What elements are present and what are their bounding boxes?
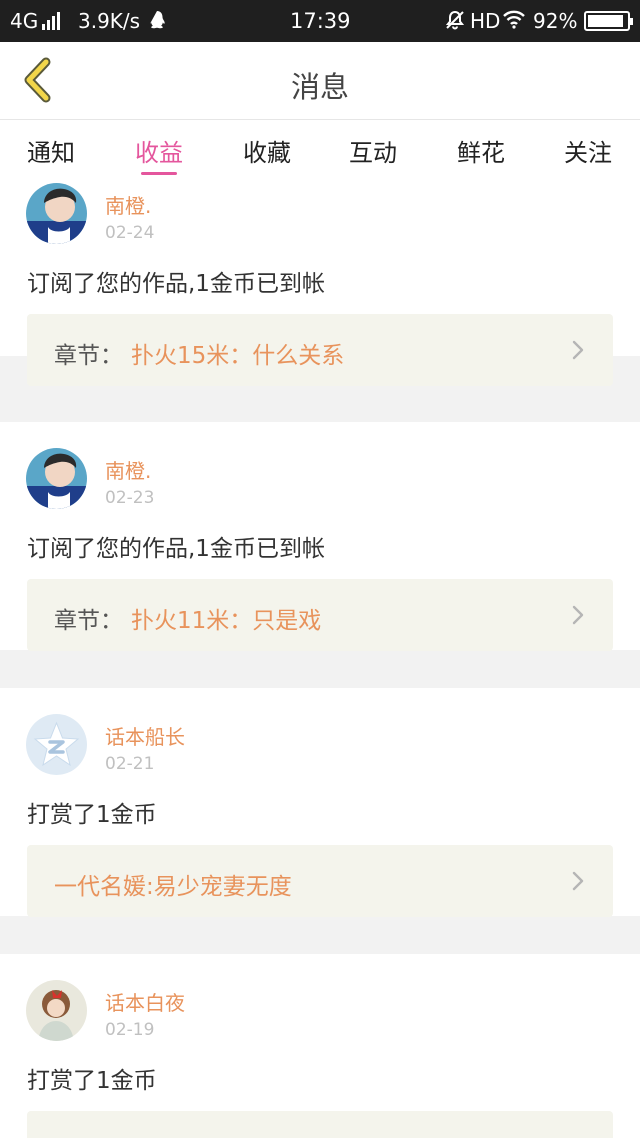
avatar[interactable] <box>26 448 87 509</box>
wifi-icon <box>502 9 526 34</box>
chevron-right-icon <box>572 605 584 625</box>
qq-icon <box>148 10 166 35</box>
message-card[interactable]: 话本白夜 02-19 打赏了1金币 <box>0 954 640 1138</box>
ref-label: 章节： <box>54 608 123 634</box>
user-name[interactable]: 南橙. <box>105 455 151 484</box>
signal-icon <box>42 12 60 30</box>
user-name[interactable]: 南橙. <box>105 190 151 219</box>
battery-level <box>588 15 623 27</box>
message-text: 打赏了1金币 <box>27 802 157 828</box>
title-bar: 消息 <box>0 42 640 120</box>
tab-flowers[interactable]: 鲜花 <box>457 133 505 168</box>
message-card[interactable]: 话本船长 02-21 打赏了1金币 一代名媛:易少宠妻无度 <box>0 688 640 917</box>
hd-indicator: HD <box>470 9 501 33</box>
message-date: 02-23 <box>105 488 155 508</box>
message-text: 订阅了您的作品,1金币已到帐 <box>27 536 325 562</box>
message-date: 02-19 <box>105 1020 155 1040</box>
battery-percent: 92% <box>533 9 578 33</box>
work-link[interactable] <box>27 1111 613 1138</box>
chapter-link[interactable]: 章节： 扑火11米：只是戏 <box>27 579 613 651</box>
tab-favorites[interactable]: 收藏 <box>243 133 291 168</box>
chapter-title: 扑火15米：什么关系 <box>131 343 345 369</box>
message-date: 02-21 <box>105 754 155 774</box>
tab-interactions[interactable]: 互动 <box>349 133 397 168</box>
ref-label: 章节： <box>54 343 123 369</box>
chapter-title: 扑火11米：只是戏 <box>131 608 322 634</box>
message-text: 打赏了1金币 <box>27 1068 157 1094</box>
avatar[interactable] <box>26 980 87 1041</box>
status-bar: 4G 3.9K/s 17:39 HD 92% <box>0 0 640 42</box>
chapter-link[interactable]: 章节： 扑火15米：什么关系 <box>27 314 613 386</box>
message-card[interactable]: 南橙. 02-23 订阅了您的作品,1金币已到帐 章节： 扑火11米：只是戏 <box>0 422 640 651</box>
mute-icon <box>444 9 466 36</box>
tab-earnings[interactable]: 收益 <box>135 133 183 168</box>
user-name[interactable]: 话本船长 <box>105 721 185 750</box>
user-name[interactable]: 话本白夜 <box>105 987 185 1016</box>
message-feed[interactable]: 南橙. 02-24 订阅了您的作品,1金币已到帐 章节： 扑火15米：什么关系 … <box>0 177 640 1138</box>
message-card[interactable]: 南橙. 02-24 订阅了您的作品,1金币已到帐 章节： 扑火15米：什么关系 <box>0 177 640 386</box>
chevron-right-icon <box>572 871 584 891</box>
work-link[interactable]: 一代名媛:易少宠妻无度 <box>27 845 613 917</box>
clock: 17:39 <box>290 9 351 33</box>
message-text: 订阅了您的作品,1金币已到帐 <box>27 271 325 297</box>
network-speed: 3.9K/s <box>78 9 141 33</box>
tab-bar: 通知 收益 收藏 互动 鲜花 关注 <box>0 121 640 177</box>
page-title: 消息 <box>290 70 349 104</box>
tab-notifications[interactable]: 通知 <box>27 133 75 168</box>
avatar[interactable] <box>26 183 87 244</box>
avatar[interactable] <box>26 714 87 775</box>
message-date: 02-24 <box>105 223 155 243</box>
chevron-right-icon <box>572 340 584 360</box>
active-tab-indicator <box>141 172 177 175</box>
battery-icon <box>584 11 633 31</box>
network-type: 4G <box>10 9 39 33</box>
tab-following[interactable]: 关注 <box>564 133 612 168</box>
work-title: 一代名媛:易少宠妻无度 <box>54 874 292 900</box>
